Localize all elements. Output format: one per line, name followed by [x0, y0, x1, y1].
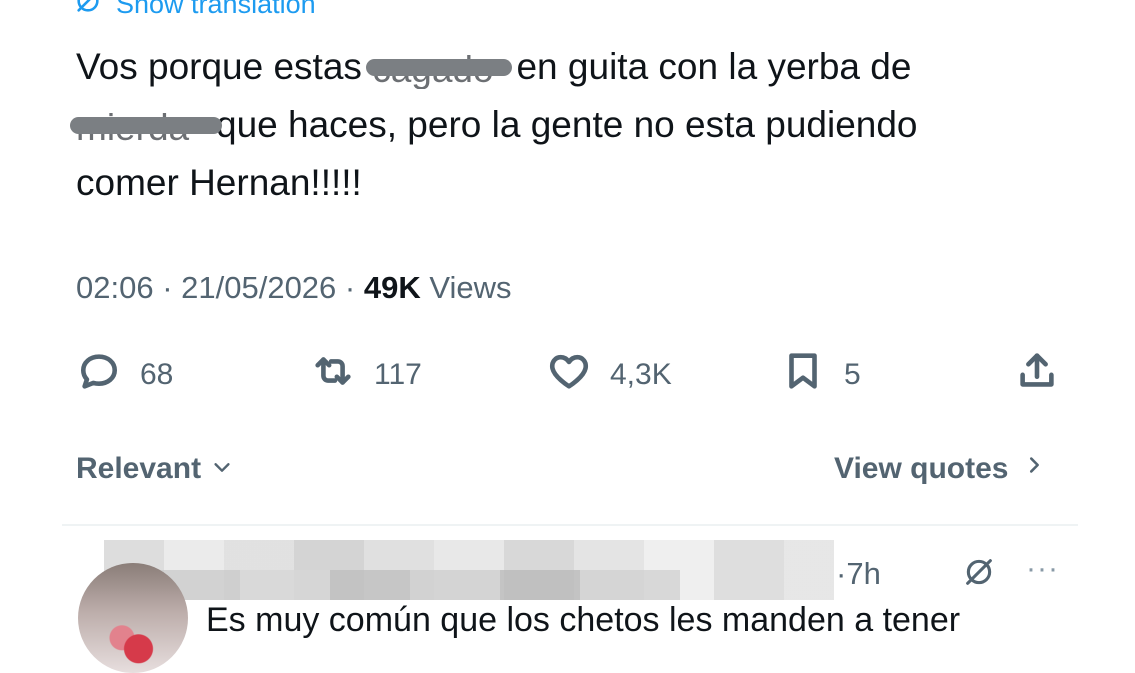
heart-icon [546, 348, 592, 402]
relevant-label: Relevant [76, 452, 202, 485]
divider [62, 524, 1078, 526]
views-label: Views [429, 270, 512, 305]
tweet-line-3: comer Hernan!!!!! [76, 162, 362, 203]
repost-count: 117 [374, 358, 422, 391]
like-count: 4,3K [610, 358, 672, 391]
bookmark-count: 5 [844, 358, 861, 391]
tweet-line-1-end: en guita con la yerba de [506, 46, 912, 87]
chevron-down-icon [211, 452, 233, 486]
reply-icon [76, 348, 122, 402]
redacted-word: cagado [366, 50, 513, 89]
avatar[interactable] [78, 563, 188, 673]
repost-button[interactable]: 117 [310, 350, 422, 400]
like-button[interactable]: 4,3K [546, 350, 672, 400]
bookmark-icon [780, 348, 826, 402]
more-options-icon[interactable]: ··· [1026, 552, 1059, 586]
tweet-line-2: que haces, pero la gente no esta pudiend… [216, 104, 918, 145]
tweet-text: Vos porque estas cagado en guita con la … [70, 38, 1076, 212]
translate-icon [74, 0, 102, 22]
tweet-line-1-start: Vos porque estas [76, 46, 373, 87]
reply-count: 68 [140, 358, 174, 391]
bookmark-button[interactable]: 5 [780, 350, 861, 400]
view-quotes-link[interactable]: View quotes [834, 452, 1045, 486]
grok-icon[interactable] [962, 555, 996, 589]
tweet-date[interactable]: 21/05/2026 [181, 270, 336, 305]
show-translation-label: Show translation [116, 0, 316, 19]
view-quotes-label: View quotes [834, 452, 1009, 485]
redacted-word: mierda [70, 108, 222, 147]
tweet-time[interactable]: 02:06 [76, 270, 154, 305]
relevant-sort-dropdown[interactable]: Relevant [76, 452, 233, 486]
repost-icon [310, 348, 356, 402]
reply-timestamp[interactable]: ·7h [836, 556, 881, 592]
share-icon [1014, 348, 1060, 402]
views-count: 49K [363, 270, 421, 305]
reply-text: Es muy común que los chetos les manden a… [206, 601, 961, 639]
pixelated-handle [160, 570, 680, 600]
tweet-meta: 02:06 · 21/05/2026 · 49K Views [76, 270, 512, 305]
reply-button[interactable]: 68 [76, 350, 173, 400]
reply-time-value: 7h [846, 556, 881, 591]
show-translation-link[interactable]: Show translation [74, 0, 316, 20]
chevron-right-icon [1023, 452, 1045, 486]
share-button[interactable] [1014, 350, 1060, 400]
